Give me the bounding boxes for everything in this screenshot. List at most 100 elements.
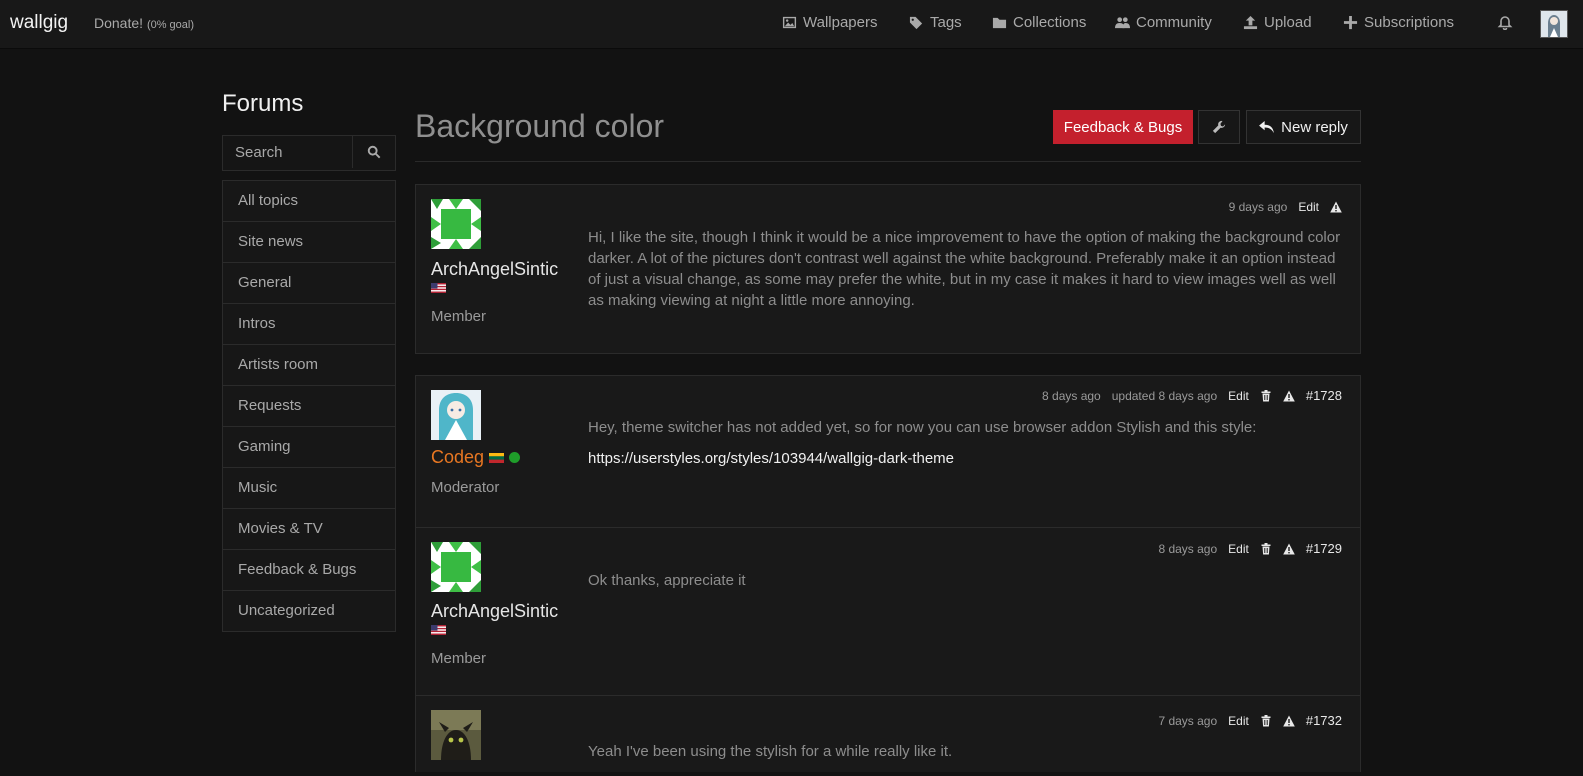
edit-link[interactable]: Edit bbox=[1228, 389, 1249, 403]
search-icon bbox=[367, 145, 381, 159]
nav-label: Tags bbox=[930, 14, 962, 31]
nav-subscriptions[interactable]: Subscriptions bbox=[1343, 14, 1454, 31]
lt-flag-icon bbox=[489, 452, 505, 463]
topic-intros[interactable]: Intros bbox=[223, 304, 395, 345]
author-name: ArchAngelSintic bbox=[431, 601, 559, 621]
author-role: Moderator bbox=[431, 479, 500, 496]
topic-requests[interactable]: Requests bbox=[223, 386, 395, 427]
topic-gaming[interactable]: Gaming bbox=[223, 427, 395, 468]
topic-artists-room[interactable]: Artists room bbox=[223, 345, 395, 386]
nav-collections[interactable]: Collections bbox=[992, 14, 1086, 31]
trash-icon[interactable] bbox=[1260, 542, 1272, 555]
edit-link[interactable]: Edit bbox=[1228, 542, 1249, 556]
post-time: 8 days ago bbox=[1158, 541, 1218, 556]
thread-title: Background color bbox=[415, 108, 665, 144]
post-text: Hey, theme switcher has not added yet, s… bbox=[588, 419, 1257, 436]
post-avatar[interactable] bbox=[431, 390, 481, 440]
wrench-icon bbox=[1212, 120, 1226, 134]
donate-link[interactable]: Donate! (0% goal) bbox=[94, 15, 194, 31]
post-time: 8 days ago bbox=[1042, 388, 1101, 403]
post-number[interactable]: #1728 bbox=[1306, 388, 1342, 403]
top-navbar: wallgig Donate! (0% goal) Wallpapers Tag… bbox=[0, 0, 1583, 49]
nav-community[interactable]: Community bbox=[1115, 14, 1212, 31]
edit-link[interactable]: Edit bbox=[1228, 714, 1249, 728]
nav-label: Upload bbox=[1264, 14, 1312, 31]
bell-icon bbox=[1497, 16, 1513, 31]
trash-icon[interactable] bbox=[1260, 389, 1272, 402]
image-icon bbox=[782, 16, 797, 29]
warning-icon[interactable] bbox=[1330, 201, 1342, 213]
new-reply-button[interactable]: New reply bbox=[1246, 110, 1361, 144]
post-body: Hey, theme switcher has not added yet, s… bbox=[588, 417, 1343, 469]
forum-post: 7 days ago Edit #1732 Yeah I've been usi… bbox=[416, 695, 1360, 776]
post-meta: 8 days ago Edit #1729 bbox=[1158, 541, 1342, 556]
search-input[interactable] bbox=[223, 136, 351, 168]
topic-list: All topics Site news General Intros Arti… bbox=[222, 180, 396, 632]
author-role: Member bbox=[431, 650, 487, 667]
topic-general[interactable]: General bbox=[223, 263, 395, 304]
edit-link[interactable]: Edit bbox=[1298, 200, 1319, 214]
post-body: Yeah I've been using the stylish for a w… bbox=[588, 743, 953, 760]
post-author[interactable]: Codeg bbox=[431, 447, 521, 468]
post-meta: 7 days ago Edit #1732 bbox=[1158, 713, 1342, 728]
post-meta: 9 days ago Edit bbox=[1229, 200, 1342, 214]
nav-upload[interactable]: Upload bbox=[1243, 14, 1312, 31]
site-logo[interactable]: wallgig bbox=[10, 12, 68, 34]
post-link[interactable]: https://userstyles.org/styles/103944/wal… bbox=[588, 448, 1343, 469]
reply-icon bbox=[1259, 120, 1275, 133]
nav-label: Subscriptions bbox=[1364, 14, 1455, 31]
warning-icon[interactable] bbox=[1283, 390, 1295, 402]
forums-title: Forums bbox=[222, 90, 304, 117]
post-author[interactable]: ArchAngelSintic bbox=[431, 259, 558, 280]
forum-post: ArchAngelSintic Member 9 days ago Edit H… bbox=[415, 184, 1361, 354]
topic-feedback-bugs[interactable]: Feedback & Bugs bbox=[223, 550, 395, 591]
topic-uncategorized[interactable]: Uncategorized bbox=[223, 591, 395, 631]
upload-icon bbox=[1243, 15, 1258, 30]
warning-icon[interactable] bbox=[1283, 543, 1295, 555]
donate-label: Donate! bbox=[94, 15, 144, 31]
folder-icon bbox=[992, 17, 1007, 29]
category-button[interactable]: Feedback & Bugs bbox=[1053, 110, 1193, 144]
topic-all-topics[interactable]: All topics bbox=[223, 181, 395, 222]
post-avatar[interactable] bbox=[431, 199, 481, 249]
author-name: Codeg bbox=[431, 447, 485, 467]
plus-icon bbox=[1343, 15, 1358, 30]
nav-label: Wallpapers bbox=[803, 14, 878, 31]
post-avatar[interactable] bbox=[431, 542, 481, 592]
us-flag-icon bbox=[431, 625, 446, 635]
post-time: 9 days ago bbox=[1228, 200, 1288, 214]
tags-icon bbox=[909, 16, 923, 30]
donate-goal: (0% goal) bbox=[146, 19, 195, 31]
notifications-button[interactable] bbox=[1497, 14, 1513, 35]
search-button[interactable] bbox=[352, 136, 395, 168]
trash-icon[interactable] bbox=[1260, 714, 1272, 727]
nav-tags[interactable]: Tags bbox=[909, 14, 962, 31]
moderation-tools-button[interactable] bbox=[1198, 110, 1240, 144]
post-number[interactable]: #1732 bbox=[1306, 713, 1342, 728]
nav-label: Community bbox=[1136, 14, 1212, 31]
post-author[interactable]: ArchAngelSintic bbox=[431, 601, 558, 622]
forum-search bbox=[222, 135, 396, 171]
us-flag-icon bbox=[431, 283, 446, 293]
new-reply-label: New reply bbox=[1281, 118, 1348, 136]
forum-post: Codeg Moderator 8 days ago updated 8 day… bbox=[416, 376, 1360, 527]
post-body: Ok thanks, appreciate it bbox=[588, 572, 746, 589]
post-number[interactable]: #1729 bbox=[1306, 541, 1342, 556]
post-meta: 8 days ago updated 8 days ago Edit #1728 bbox=[1042, 388, 1342, 403]
topic-site-news[interactable]: Site news bbox=[223, 222, 395, 263]
topic-movies-tv[interactable]: Movies & TV bbox=[223, 509, 395, 550]
post-updated: updated 8 days ago bbox=[1111, 388, 1218, 403]
post-avatar[interactable] bbox=[431, 710, 481, 760]
nav-label: Collections bbox=[1013, 14, 1087, 31]
author-role: Member bbox=[431, 308, 487, 325]
post-time: 7 days ago bbox=[1158, 713, 1218, 728]
users-icon bbox=[1115, 17, 1130, 29]
warning-icon[interactable] bbox=[1283, 715, 1295, 727]
online-indicator bbox=[509, 452, 521, 463]
nav-wallpapers[interactable]: Wallpapers bbox=[782, 14, 877, 31]
user-avatar[interactable] bbox=[1540, 10, 1568, 38]
topic-music[interactable]: Music bbox=[223, 468, 395, 509]
reply-list: Codeg Moderator 8 days ago updated 8 day… bbox=[415, 375, 1361, 772]
author-name: ArchAngelSintic bbox=[431, 259, 559, 279]
divider bbox=[415, 161, 1361, 162]
